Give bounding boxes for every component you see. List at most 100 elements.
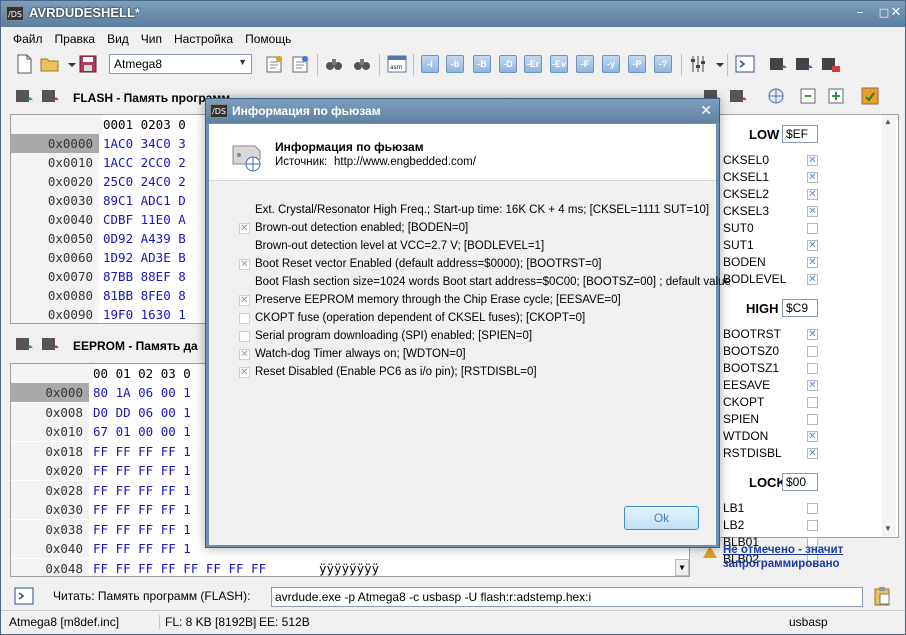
- row-values[interactable]: 0D92 A439 B: [103, 229, 186, 248]
- fuse-bit-checkbox[interactable]: ✕: [807, 257, 818, 268]
- device-select[interactable]: Atmega8 ▼: [109, 54, 252, 74]
- menu-file[interactable]: Файл: [13, 30, 43, 46]
- minimize-button[interactable]: –: [849, 5, 871, 21]
- fuse-bit-checkbox[interactable]: [807, 223, 818, 234]
- fuse-bit-checkbox[interactable]: ✕: [807, 448, 818, 459]
- ok-button[interactable]: Ok: [624, 506, 699, 530]
- row-values[interactable]: FF FF FF FF 1: [93, 442, 191, 461]
- bit-button-y[interactable]: -y: [602, 55, 620, 73]
- row-values[interactable]: CDBF 11E0 A: [103, 210, 186, 229]
- chevron-down-icon[interactable]: [61, 53, 76, 75]
- fuse-bit-checkbox[interactable]: [807, 397, 818, 408]
- row-values[interactable]: 89C1 ADC1 D: [103, 191, 186, 210]
- chip-write-icon[interactable]: [793, 53, 815, 75]
- fuse-bit-checkbox[interactable]: [807, 363, 818, 374]
- fuse-bit-checkbox[interactable]: [807, 520, 818, 531]
- table-row[interactable]: 0x0020 25C0 24C0 2: [11, 172, 205, 192]
- row-values[interactable]: 25C0 24C0 2: [103, 172, 186, 191]
- close-icon[interactable]: ✕: [700, 102, 712, 119]
- source-url[interactable]: http://www.engbedded.com/: [334, 156, 476, 168]
- table-row[interactable]: 0x0040 CDBF 11E0 A: [11, 210, 205, 230]
- fuse-value-high[interactable]: $C9: [782, 299, 818, 317]
- chevron-down-icon[interactable]: [709, 53, 724, 75]
- terminal-icon[interactable]: [734, 53, 756, 75]
- bit-button-Ev[interactable]: -Ev: [550, 55, 568, 73]
- fuse-bit-checkbox[interactable]: ✕: [807, 380, 818, 391]
- close-button[interactable]: ✕: [885, 5, 906, 21]
- table-row[interactable]: 0x0030 89C1 ADC1 D: [11, 191, 205, 211]
- row-values[interactable]: 81BB 8FE0 8: [103, 286, 186, 305]
- command-input[interactable]: [271, 587, 863, 607]
- fuse-scrollbar[interactable]: ▲ ▼: [882, 115, 896, 537]
- fuse-bit-checkbox[interactable]: [807, 346, 818, 357]
- table-row[interactable]: 0x0070 87BB 88EF 8: [11, 267, 205, 287]
- run-command-icon[interactable]: [13, 585, 35, 607]
- read-chip-icon[interactable]: [263, 53, 285, 75]
- new-file-icon[interactable]: [13, 53, 35, 75]
- table-row[interactable]: 0x0010 1ACC 2CC0 2: [11, 153, 205, 173]
- bit-button-Er[interactable]: -Er: [524, 55, 542, 73]
- fuse-write-icon[interactable]: [727, 85, 749, 107]
- row-values[interactable]: 19F0 1630 1: [103, 305, 186, 323]
- row-values[interactable]: FF FF FF FF 1: [93, 500, 191, 519]
- fuse-bit-checkbox[interactable]: ✕: [807, 172, 818, 183]
- save-icon[interactable]: [77, 53, 99, 75]
- row-values[interactable]: D0 DD 06 00 1: [93, 403, 191, 422]
- eeprom-read-icon[interactable]: [13, 333, 35, 355]
- menu-chip[interactable]: Чип: [141, 30, 162, 46]
- table-row[interactable]: 0x0000 1AC0 34C0 3: [11, 134, 205, 154]
- clipboard-icon[interactable]: [871, 585, 893, 607]
- eeprom-write-icon[interactable]: [39, 333, 61, 355]
- row-values[interactable]: 80 1A 06 00 1: [93, 383, 191, 402]
- fuse-bit-checkbox[interactable]: [807, 503, 818, 514]
- bit-button-D[interactable]: -D: [499, 55, 517, 73]
- chip-read-icon[interactable]: [767, 53, 789, 75]
- bit-button-F[interactable]: -F: [576, 55, 594, 73]
- row-values[interactable]: FF FF FF FF 1: [93, 520, 191, 539]
- row-values[interactable]: 67 01 00 00 1: [93, 422, 191, 441]
- fuse-value-low[interactable]: $EF: [782, 125, 818, 143]
- row-values[interactable]: FF FF FF FF FF FF FF FF: [93, 559, 266, 577]
- fuse-add-icon[interactable]: [825, 85, 847, 107]
- fuse-bit-checkbox[interactable]: ✕: [807, 431, 818, 442]
- write-chip-icon[interactable]: [289, 53, 311, 75]
- table-row[interactable]: 0x0090 19F0 1630 1: [11, 305, 205, 323]
- row-values[interactable]: 1D92 AD3E B: [103, 248, 186, 267]
- row-values[interactable]: 87BB 88EF 8: [103, 267, 186, 286]
- scroll-down-icon[interactable]: ▼: [884, 524, 892, 533]
- row-values[interactable]: FF FF FF FF 1: [93, 539, 191, 558]
- open-folder-icon[interactable]: [39, 53, 61, 75]
- flash-write-icon[interactable]: [39, 85, 61, 107]
- flash-read-icon[interactable]: [13, 85, 35, 107]
- fuse-bit-checkbox[interactable]: ✕: [807, 155, 818, 166]
- fuse-bit-checkbox[interactable]: ✕: [807, 274, 818, 285]
- settings-sliders-icon[interactable]: [687, 53, 709, 75]
- bit-button-b[interactable]: -b: [446, 55, 464, 73]
- table-row[interactable]: 0x0050 0D92 A439 B: [11, 229, 205, 249]
- fuse-bit-checkbox[interactable]: ✕: [807, 329, 818, 340]
- fuse-web-icon[interactable]: [765, 85, 787, 107]
- bit-button-i[interactable]: -i: [421, 55, 439, 73]
- row-values[interactable]: 1AC0 34C0 3: [103, 134, 186, 153]
- row-values[interactable]: 1ACC 2CC0 2: [103, 153, 186, 172]
- menu-edit[interactable]: Правка: [55, 30, 96, 46]
- fuse-bit-checkbox[interactable]: ✕: [807, 206, 818, 217]
- bit-button-help[interactable]: -?: [654, 55, 672, 73]
- fuse-bit-checkbox[interactable]: ✕: [807, 189, 818, 200]
- fuse-bit-checkbox[interactable]: ✕: [807, 240, 818, 251]
- asm-icon[interactable]: asm: [386, 53, 408, 75]
- bit-button-P[interactable]: -P: [628, 55, 646, 73]
- binoculars-next-icon[interactable]: [351, 53, 373, 75]
- table-row[interactable]: 0x0080 81BB 8FE0 8: [11, 286, 205, 306]
- row-values[interactable]: FF FF FF FF 1: [93, 481, 191, 500]
- chip-erase-icon[interactable]: [819, 53, 841, 75]
- scroll-up-icon[interactable]: ▲: [884, 117, 892, 126]
- fuse-value-lock[interactable]: $00: [782, 473, 818, 491]
- menu-view[interactable]: Вид: [107, 30, 129, 46]
- fuse-calc-icon[interactable]: [859, 85, 881, 107]
- fuse-bit-checkbox[interactable]: [807, 414, 818, 425]
- scroll-down-icon[interactable]: ▼: [675, 559, 689, 576]
- flash-grid[interactable]: 0001 0203 0 0x0000 1AC0 34C0 3 0x0010 1ACC …: [10, 114, 206, 324]
- table-row[interactable]: 0x0060 1D92 AD3E B: [11, 248, 205, 268]
- menu-settings[interactable]: Настройка: [174, 30, 233, 46]
